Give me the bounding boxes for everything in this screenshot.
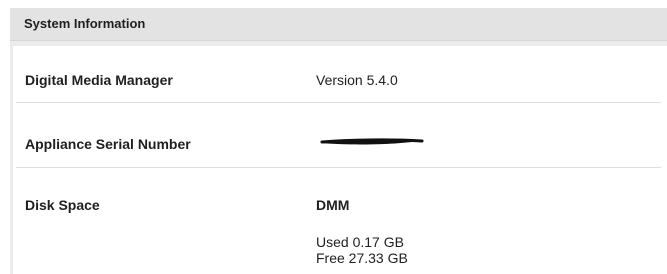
info-row-disk-space: Disk Space DMM Used 0.17 GB Free 27.33 G…: [13, 168, 661, 274]
disk-space-used: Used 0.17 GB: [316, 234, 404, 250]
info-row-dmm-version: Digital Media Manager Version 5.4.0: [13, 46, 661, 100]
redacted-serial-mark: [320, 138, 424, 145]
row-label: Digital Media Manager: [25, 72, 173, 88]
panel-body: Digital Media Manager Version 5.4.0 Appl…: [13, 46, 667, 274]
panel-title: System Information: [24, 16, 146, 31]
disk-space-free: Free 27.33 GB: [316, 250, 408, 266]
row-label: Disk Space: [25, 197, 100, 213]
row-label: Appliance Serial Number: [25, 136, 191, 152]
info-row-serial-number: Appliance Serial Number: [13, 103, 661, 165]
system-information-panel: System Information Digital Media Manager…: [10, 8, 667, 274]
row-value: Version 5.4.0: [316, 72, 398, 88]
panel-header: System Information: [10, 8, 667, 41]
disk-space-heading: DMM: [316, 197, 350, 213]
